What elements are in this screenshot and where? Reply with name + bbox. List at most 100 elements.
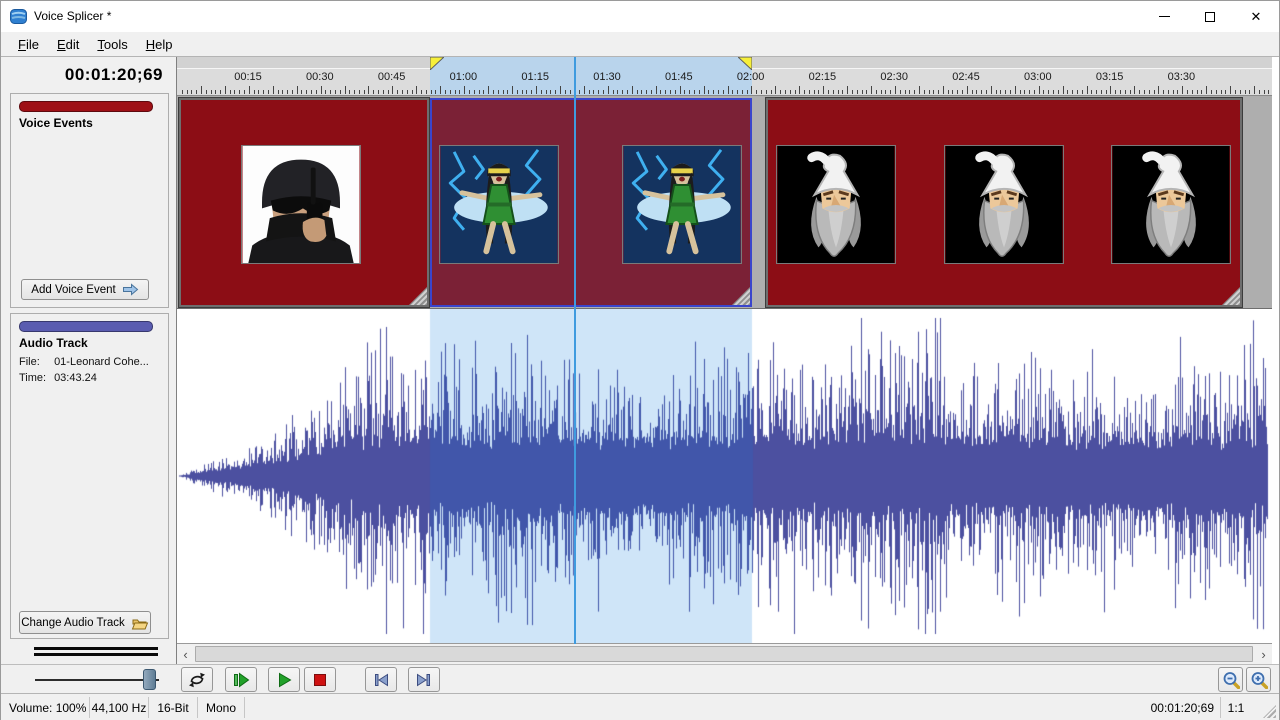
resize-grip-icon[interactable] <box>732 287 750 305</box>
close-button[interactable]: ✕ <box>1233 1 1279 32</box>
soldier-thumbnail <box>241 145 361 264</box>
zoom-out-button[interactable] <box>1218 667 1243 692</box>
scrollbar-thumb[interactable] <box>195 646 1253 662</box>
control-bar <box>1 664 1279 693</box>
voice-events-color-bar <box>19 101 153 112</box>
sidebar: 00:01:20;69 Voice Events Add Voice Event… <box>1 57 176 664</box>
ruler-time-label: 01:30 <box>585 71 629 83</box>
audio-track-panel: Audio Track File: 01-Leonard Cohe... Tim… <box>10 313 169 639</box>
window-controls: ✕ <box>1141 1 1279 32</box>
timeline-ruler[interactable]: 00:15 00:30 00:45 01:00 01:15 01:30 01:45 02:00… <box>177 57 1272 96</box>
audio-track-title: Audio Track <box>19 336 88 350</box>
zoom-in-button[interactable] <box>1246 667 1271 692</box>
add-voice-event-button[interactable]: Add Voice Event <box>21 279 149 300</box>
status-channels: Mono <box>198 694 244 720</box>
audio-time-label: Time: <box>19 372 51 384</box>
change-audio-track-button[interactable]: Change Audio Track <box>19 611 151 634</box>
ruler-time-label: 03:30 <box>1159 71 1203 83</box>
lightning-girl-thumbnail <box>622 145 742 264</box>
ruler-time-label: 00:15 <box>226 71 270 83</box>
zoom-in-icon <box>1250 671 1268 689</box>
app-window: Voice Splicer * ✕ FileEditToolsHelp 00:0… <box>0 0 1280 720</box>
video-track <box>177 96 1272 309</box>
ruler-time-label: 03:00 <box>1016 71 1060 83</box>
playhead[interactable] <box>574 57 576 644</box>
ruler-time-label: 00:30 <box>298 71 342 83</box>
window-title: Voice Splicer * <box>34 9 111 23</box>
audio-file-label: File: <box>19 356 51 368</box>
status-sample-rate: 44,100 Hz <box>90 694 148 720</box>
skip-to-start-icon <box>372 672 390 688</box>
app-icon <box>10 8 27 25</box>
ruler-time-label: 01:15 <box>513 71 557 83</box>
minimize-button[interactable] <box>1141 1 1187 32</box>
volume-slider-track <box>35 679 159 681</box>
skip-to-start-button[interactable] <box>365 667 397 692</box>
menu-edit[interactable]: Edit <box>48 34 88 55</box>
maximize-button[interactable] <box>1187 1 1233 32</box>
maximize-icon <box>1205 12 1215 22</box>
divider-grip <box>34 647 158 659</box>
waveform-canvas <box>177 309 1272 643</box>
menu-bar: FileEditToolsHelp <box>1 32 1279 57</box>
close-icon: ✕ <box>1251 10 1262 23</box>
resize-grip-icon[interactable] <box>1222 287 1240 305</box>
voice-event-2[interactable] <box>430 98 752 307</box>
title-bar: Voice Splicer * ✕ <box>1 1 1279 32</box>
menu-file[interactable]: File <box>9 34 48 55</box>
scroll-left-arrow[interactable]: ‹ <box>177 644 194 664</box>
menu-tools[interactable]: Tools <box>88 34 136 55</box>
skip-to-end-icon <box>415 672 433 688</box>
audio-time-value: 03:43.24 <box>54 372 97 384</box>
audio-file-row: File: 01-Leonard Cohe... <box>19 356 149 368</box>
ruler-time-label: 02:15 <box>800 71 844 83</box>
status-volume: Volume: 100% <box>1 694 89 720</box>
zoom-out-icon <box>1222 671 1240 689</box>
status-bar: Volume: 100% 44,100 Hz 16-Bit Mono 00:01… <box>1 693 1279 720</box>
change-audio-track-label: Change Audio Track <box>21 617 125 629</box>
open-folder-icon <box>131 616 149 630</box>
ruler-time-label: 01:45 <box>657 71 701 83</box>
timeline-area: 00:15 00:30 00:45 01:00 01:15 01:30 01:45 02:00… <box>176 57 1271 664</box>
status-timecode: 00:01:20;69 <box>1142 694 1220 720</box>
voice-events-title: Voice Events <box>19 116 93 130</box>
ruler-time-label: 03:15 <box>1088 71 1132 83</box>
play-icon <box>276 672 292 688</box>
ruler-time-label: 02:00 <box>729 71 773 83</box>
volume-slider[interactable] <box>31 667 163 692</box>
menu-help[interactable]: Help <box>137 34 182 55</box>
play-button[interactable] <box>268 667 300 692</box>
play-from-cursor-icon <box>232 672 250 688</box>
voice-event-3[interactable] <box>766 98 1242 307</box>
wizard-thumbnail <box>1111 145 1231 264</box>
audio-time-row: Time: 03:43.24 <box>19 372 97 384</box>
minimize-icon <box>1159 16 1170 17</box>
timecode-display: 00:01:20;69 <box>1 65 163 85</box>
add-voice-event-label: Add Voice Event <box>31 284 115 296</box>
stop-button[interactable] <box>304 667 336 692</box>
ruler-time-label: 02:45 <box>944 71 988 83</box>
lightning-girl-thumbnail <box>439 145 559 264</box>
arrow-right-icon <box>122 283 139 296</box>
voice-events-panel: Voice Events Add Voice Event <box>10 93 169 308</box>
audio-file-value: 01-Leonard Cohe... <box>54 356 149 368</box>
loop-icon <box>187 672 207 688</box>
wizard-thumbnail <box>776 145 896 264</box>
ruler-time-label: 01:00 <box>441 71 485 83</box>
ruler-time-label: 02:30 <box>872 71 916 83</box>
ruler-time-label: 00:45 <box>370 71 414 83</box>
voice-event-1[interactable] <box>179 98 429 307</box>
stop-icon <box>312 672 328 688</box>
loop-button[interactable] <box>181 667 213 692</box>
status-zoom-ratio: 1:1 <box>1221 694 1251 720</box>
horizontal-scrollbar[interactable]: ‹ › <box>177 644 1272 664</box>
scroll-right-arrow[interactable]: › <box>1255 644 1272 664</box>
volume-slider-thumb[interactable] <box>143 669 156 690</box>
skip-to-end-button[interactable] <box>408 667 440 692</box>
selection-end-marker[interactable] <box>738 57 752 70</box>
resize-grip-icon[interactable] <box>409 287 427 305</box>
waveform-display[interactable] <box>177 309 1272 644</box>
play-from-cursor-button[interactable] <box>225 667 257 692</box>
selection-start-marker[interactable] <box>430 57 444 70</box>
wizard-thumbnail <box>944 145 1064 264</box>
